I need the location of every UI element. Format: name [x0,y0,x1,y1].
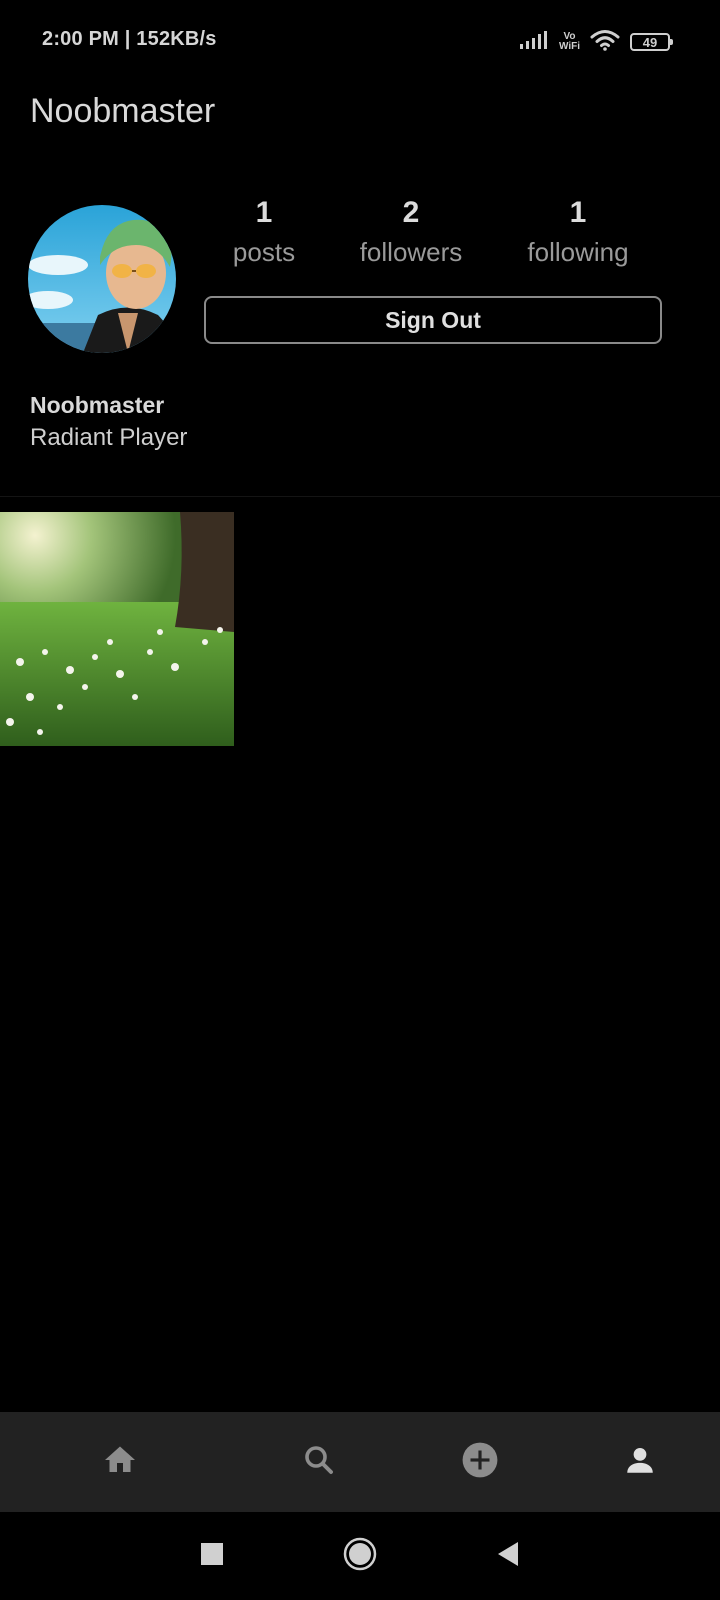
vowifi-bottom-text: WiFi [558,41,580,52]
wifi-icon [590,29,620,56]
system-home-button[interactable] [336,1532,384,1580]
posts-label: posts [232,237,296,267]
divider [0,496,720,497]
battery-level: 49 [642,34,658,50]
back-icon [496,1541,520,1572]
followers-count: 2 [402,196,420,229]
page-title: Noobmaster [30,92,216,130]
avatar[interactable] [28,205,176,353]
recents-icon [201,1542,223,1570]
nav-profile[interactable] [610,1412,670,1512]
following-label: following [527,237,629,267]
posts-count: 1 [255,196,273,229]
add-post-icon [461,1441,499,1484]
post-thumbnail[interactable] [0,512,234,746]
search-icon [301,1442,337,1483]
following-stat[interactable]: 1 following [508,196,648,272]
following-count: 1 [569,196,587,229]
nav-home[interactable] [90,1412,150,1512]
status-time: 2:00 PM | 152KB/s [42,28,217,50]
bottom-nav [0,1412,720,1512]
status-icons: Vo WiFi 49 [519,26,673,58]
recents-button[interactable] [188,1532,236,1580]
signal-icon [519,30,549,55]
back-button[interactable] [484,1532,532,1580]
home-circle-icon [343,1537,377,1576]
profile-bio: Radiant Player [30,424,188,451]
nav-search[interactable] [289,1412,349,1512]
sign-out-button[interactable]: Sign Out [204,296,662,344]
posts-stat: 1 posts [194,196,334,272]
nav-add-post[interactable] [450,1412,510,1512]
battery-icon: 49 [630,33,673,51]
followers-label: followers [359,237,463,267]
profile-icon [623,1443,657,1482]
profile-display-name: Noobmaster [30,392,165,418]
home-icon [102,1442,138,1483]
vowifi-icon: Vo WiFi [559,32,580,52]
followers-stat[interactable]: 2 followers [341,196,481,272]
system-nav-bar [0,1512,720,1600]
